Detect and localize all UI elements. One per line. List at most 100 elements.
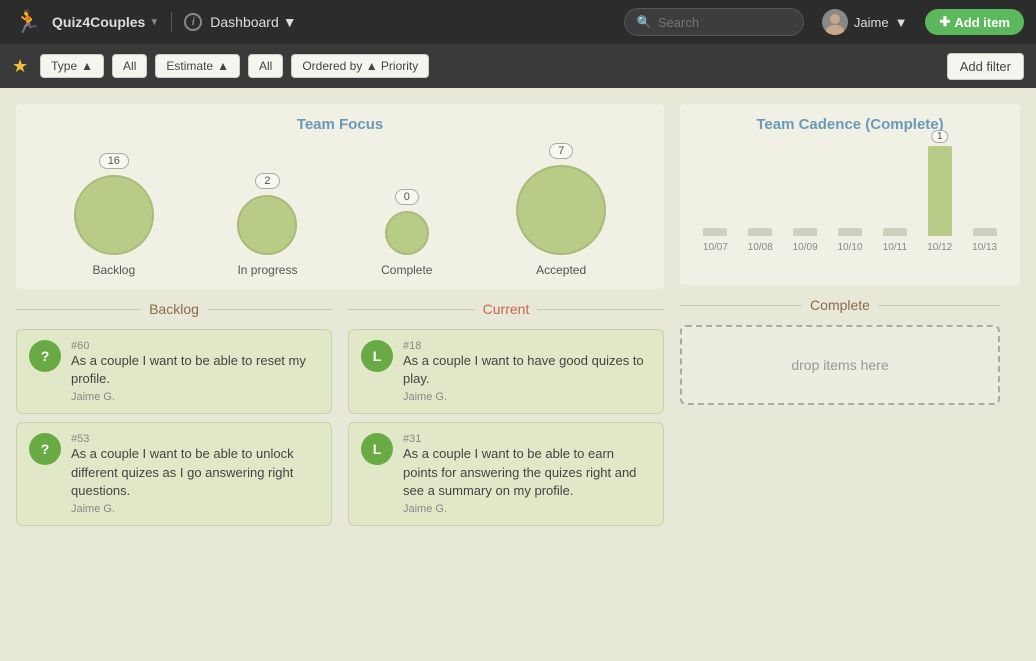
backlog-line-left [16,309,141,310]
card-icon: L [361,340,393,372]
chart-bar-group: 10/10 [831,228,870,253]
filter-bar: ★ Type ▲ All Estimate ▲ All Ordered by ▲… [0,44,1036,88]
chart-date-label: 10/13 [972,242,997,253]
card-content: #31 As a couple I want to be able to ear… [403,433,651,515]
chart-bar-group: 10/09 [786,228,825,253]
card[interactable]: ? #60 As a couple I want to be able to r… [16,329,332,414]
project-selector[interactable]: Quiz4Couples ▼ [52,14,159,30]
chart-date-label: 10/12 [927,242,952,253]
card-content: #18 As a couple I want to have good quiz… [403,340,651,403]
focus-label: Complete [381,263,432,277]
type-arrow-icon: ▲ [81,59,93,73]
backlog-column-header: Backlog [16,301,332,317]
card-content: #60 As a couple I want to be able to res… [71,340,319,403]
focus-circle [516,165,606,255]
dashboard-selector[interactable]: Dashboard ▼ [210,14,296,30]
estimate-all-button[interactable]: All [248,54,283,78]
estimate-arrow-icon: ▲ [217,59,229,73]
current-column: Current L #18 As a couple I want to have… [348,301,664,645]
focus-label: Accepted [536,263,586,277]
runner-icon: 🏃 [14,9,41,35]
plus-icon: ✚ [939,14,950,30]
dashboard-chevron-icon: ▼ [283,14,297,30]
card-id: #31 [403,433,651,445]
focus-badge: 2 [255,173,279,189]
user-menu[interactable]: Jaime ▼ [822,9,908,35]
priority-value: Priority [381,59,418,73]
kanban-columns: Backlog ? #60 As a couple I want to be a… [16,301,664,645]
chart-bar [748,228,772,236]
header-divider [171,12,172,32]
chart-bar-group: 10/08 [741,228,780,253]
chart-bar-group: 10/11 [875,228,914,253]
chart-bar [793,228,817,236]
card[interactable]: ? #53 As a couple I want to be able to u… [16,422,332,526]
current-column-header: Current [348,301,664,317]
chart-bar-group: 10/13 [965,228,1004,253]
type-all-value: All [123,59,136,73]
star-button[interactable]: ★ [12,56,28,77]
type-all-button[interactable]: All [112,54,147,78]
avatar [822,9,848,35]
chart-date-label: 10/08 [748,242,773,253]
card-author: Jaime G. [71,391,319,403]
focus-circle [385,211,429,255]
user-chevron-icon: ▼ [895,15,908,30]
search-icon: 🔍 [637,15,652,29]
card-author: Jaime G. [403,503,651,515]
focus-badge: 0 [395,189,419,205]
focus-item: 2 In progress [237,173,297,277]
cadence-chart: 10/07 10/08 10/09 10/10 10/11 1 10/12 10/13 [696,143,1004,273]
ordered-by-button[interactable]: Ordered by ▲ Priority [291,54,429,78]
card[interactable]: L #18 As a couple I want to have good qu… [348,329,664,414]
card-text: As a couple I want to be able to reset m… [71,352,319,388]
ordered-by-arrow-icon: ▲ [366,59,378,73]
focus-badge: 16 [99,153,129,169]
info-icon: i [184,13,202,31]
estimate-filter-button[interactable]: Estimate ▲ [155,54,240,78]
complete-column-title: Complete [810,297,870,313]
focus-badge: 7 [549,143,573,159]
add-filter-button[interactable]: Add filter [947,53,1024,80]
current-line-left [348,309,475,310]
complete-column-header: Complete [680,297,1000,313]
card[interactable]: L #31 As a couple I want to be able to e… [348,422,664,526]
estimate-label: Estimate [166,59,213,73]
focus-circles: 16 Backlog 2 In progress 0 Complete 7 Ac… [32,143,648,277]
card-author: Jaime G. [71,503,319,515]
card-author: Jaime G. [403,391,651,403]
chart-date-label: 10/10 [837,242,862,253]
card-id: #60 [71,340,319,352]
search-bar[interactable]: 🔍 [624,8,804,36]
drop-zone[interactable]: drop items here [680,325,1000,405]
drop-zone-text: drop items here [791,357,888,373]
app-logo: 🏃 [12,6,44,38]
card-icon: ? [29,433,61,465]
chart-bar [883,228,907,236]
chart-bar [703,228,727,236]
main-content: Team Focus 16 Backlog 2 In progress 0 Co… [0,88,1036,661]
card-id: #18 [403,340,651,352]
card-icon: L [361,433,393,465]
add-filter-label: Add filter [960,59,1011,74]
focus-item: 0 Complete [381,189,432,277]
search-input[interactable] [658,15,791,30]
chart-bar [973,228,997,236]
backlog-cards-container: ? #60 As a couple I want to be able to r… [16,329,332,534]
backlog-column-title: Backlog [149,301,199,317]
type-filter-button[interactable]: Type ▲ [40,54,104,78]
add-item-label: Add item [954,15,1010,30]
focus-label: Backlog [92,263,135,277]
card-icon: ? [29,340,61,372]
chart-bar [838,228,862,236]
header: 🏃 Quiz4Couples ▼ i Dashboard ▼ 🔍 Jaime ▼… [0,0,1036,44]
chart-date-label: 10/09 [793,242,818,253]
chart-date-label: 10/07 [703,242,728,253]
chart-bar: 1 [928,146,952,236]
type-label: Type [51,59,77,73]
right-panel: Team Cadence (Complete) 10/0710/0810/091… [680,104,1020,645]
chart-bar-group: 1 10/12 [920,146,959,253]
card-text: As a couple I want to have good quizes t… [403,352,651,388]
add-item-button[interactable]: ✚ Add item [925,9,1024,35]
project-chevron-icon: ▼ [149,17,159,28]
